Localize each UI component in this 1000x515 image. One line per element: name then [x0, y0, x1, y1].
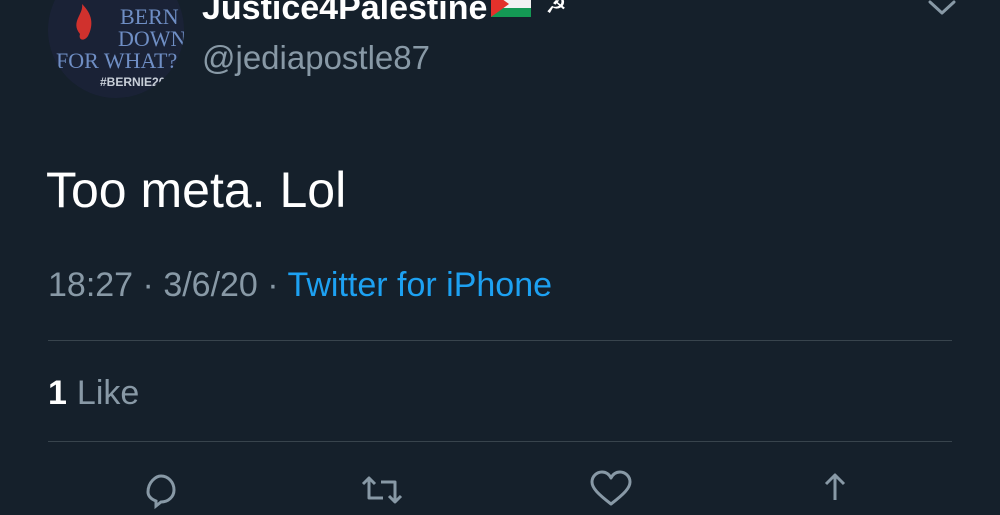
- avatar[interactable]: BERN DOWN FOR WHAT? #BERNIE20: [48, 0, 184, 98]
- display-name[interactable]: Justice4Palestine: [202, 0, 487, 27]
- retweet-icon[interactable]: [355, 470, 409, 510]
- tweet-source-link[interactable]: Twitter for iPhone: [287, 266, 552, 304]
- tweet-meta: 18:27 · 3/6/20 · Twitter for iPhone: [48, 263, 552, 307]
- avatar-line-3: FOR WHAT?: [56, 48, 177, 73]
- likes-stat[interactable]: 1 Like: [48, 371, 139, 415]
- user-handle[interactable]: @jediapostle87: [202, 38, 430, 78]
- like-count: 1: [48, 374, 67, 412]
- tweet-date: 3/6/20: [163, 266, 258, 304]
- chevron-down-icon[interactable]: [926, 0, 958, 20]
- hammer-sickle-icon: ☭: [545, 0, 567, 26]
- divider: [48, 340, 952, 341]
- tweet-text: Too meta. Lol: [46, 160, 346, 220]
- like-label: Like: [77, 374, 139, 412]
- palestine-flag-icon: [491, 0, 531, 26]
- display-name-row[interactable]: Justice4Palestine ☭: [202, 0, 567, 30]
- divider: [48, 441, 952, 442]
- share-icon[interactable]: [808, 470, 862, 510]
- meta-separator: ·: [133, 266, 163, 304]
- avatar-line-4: #BERNIE20: [100, 75, 166, 89]
- like-icon[interactable]: [584, 470, 638, 510]
- tweet-time: 18:27: [48, 266, 133, 304]
- reply-icon[interactable]: [134, 470, 188, 510]
- meta-separator: ·: [258, 266, 288, 304]
